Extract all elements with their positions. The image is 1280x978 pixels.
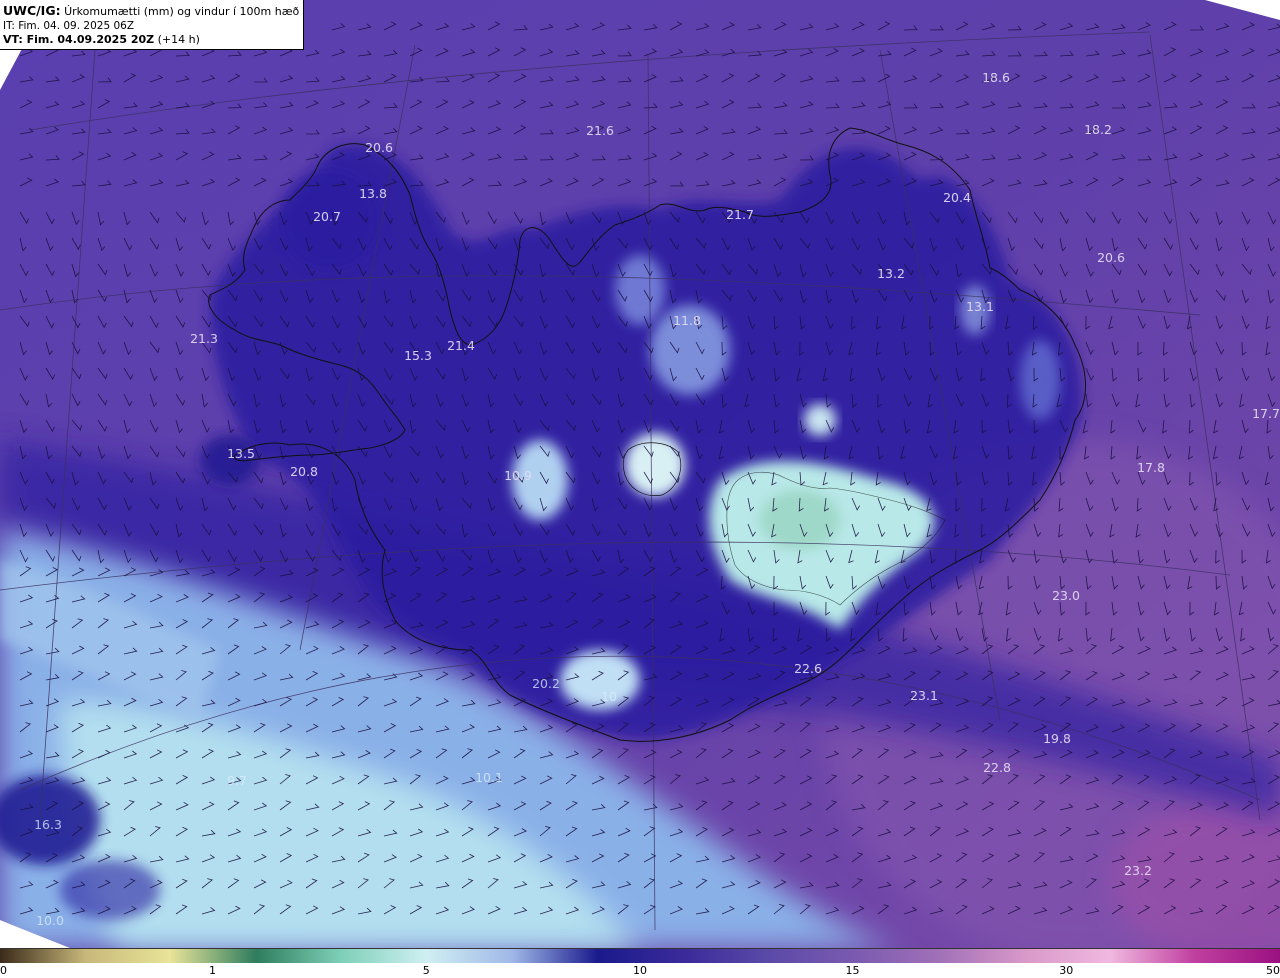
station-value: 23.0 bbox=[1052, 588, 1080, 603]
station-value: 10.9 bbox=[504, 468, 532, 483]
colorbar-tick-label: 50 bbox=[1266, 964, 1280, 977]
station-value: 17.7 bbox=[1252, 406, 1280, 421]
weather-map: 18.6 21.6 18.2 20.6 13.8 20.7 21.7 20.4 20.6 13.2… bbox=[0, 0, 1280, 948]
station-value: 13.5 bbox=[227, 446, 255, 461]
station-value: 13.8 bbox=[359, 186, 387, 201]
colorbar-tick-label: 30 bbox=[1059, 964, 1074, 977]
station-value: 23.1 bbox=[910, 688, 938, 703]
station-value: 18.2 bbox=[1084, 122, 1112, 137]
station-value: 20.6 bbox=[1097, 250, 1125, 265]
station-value: 15.3 bbox=[404, 348, 432, 363]
colorbar-tick-label: 10 bbox=[633, 964, 647, 977]
title-box: UWC/IG: Úrkomumætti (mm) og vindur í 100… bbox=[0, 0, 304, 50]
model-name: UWC/IG: bbox=[3, 3, 61, 18]
precip-field bbox=[0, 0, 1280, 948]
station-value: 21.3 bbox=[190, 331, 218, 346]
station-value: 21.4 bbox=[447, 338, 475, 353]
station-value: 20.8 bbox=[290, 464, 318, 479]
init-time: IT: Fim. 04. 09. 2025 06Z bbox=[3, 20, 135, 32]
title-line-1: UWC/IG: Úrkomumætti (mm) og vindur í 100… bbox=[3, 4, 303, 19]
station-value: 22.6 bbox=[794, 661, 822, 676]
station-value: 20.7 bbox=[313, 209, 341, 224]
valid-time: VT: Fim. 04.09.2025 20Z bbox=[3, 33, 155, 46]
station-value: 18.6 bbox=[982, 70, 1010, 85]
field-description: Úrkomumætti (mm) og vindur í 100m hæð bbox=[64, 5, 300, 18]
colorbar-tick-label: 15 bbox=[845, 964, 860, 977]
station-value: 20.6 bbox=[365, 140, 393, 155]
colorbar-ticks: 0 1 5 10 15 30 50 bbox=[0, 962, 1280, 978]
station-value: 21.6 bbox=[586, 123, 614, 138]
station-value: 13.2 bbox=[877, 266, 905, 281]
station-value: 11.8 bbox=[673, 313, 701, 328]
station-value: 10.0 bbox=[36, 913, 64, 928]
colorbar-tick-label: 0 bbox=[0, 964, 7, 977]
station-value: 21.7 bbox=[726, 207, 754, 222]
station-value: 10.1 bbox=[475, 770, 503, 785]
station-value: 23.2 bbox=[1124, 863, 1152, 878]
station-value: 19.8 bbox=[1043, 731, 1071, 746]
colorbar-tick-label: 1 bbox=[208, 964, 216, 977]
lead-time: (+14 h) bbox=[157, 33, 200, 46]
station-value: 13.1 bbox=[966, 299, 994, 314]
station-value: 16.3 bbox=[34, 817, 62, 832]
station-value: 20.2 bbox=[532, 676, 560, 691]
title-line-3: VT: Fim. 04.09.2025 20Z (+14 h) bbox=[3, 33, 303, 47]
colorbar bbox=[0, 948, 1280, 963]
station-value: 10 bbox=[601, 689, 617, 704]
station-value: 20.4 bbox=[943, 190, 971, 205]
station-value: 17.8 bbox=[1137, 460, 1165, 475]
station-value: 9.7 bbox=[227, 773, 247, 788]
station-value: 22.8 bbox=[983, 760, 1011, 775]
colorbar-tick-label: 5 bbox=[422, 964, 430, 977]
